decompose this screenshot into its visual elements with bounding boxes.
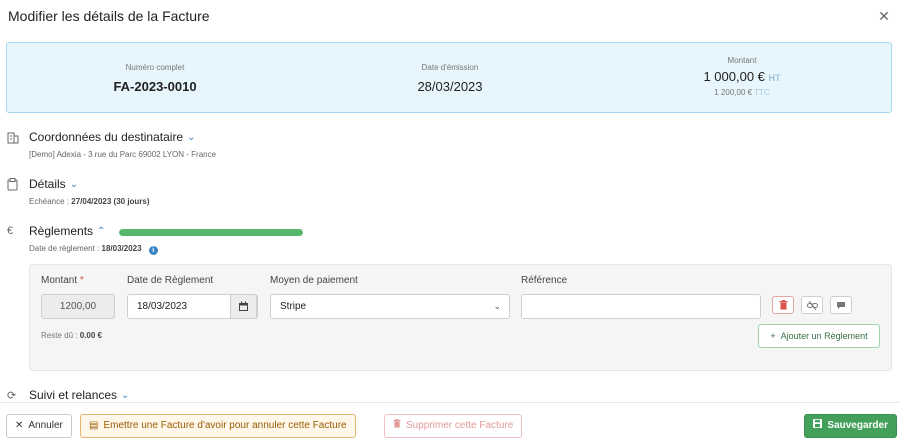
suivi-title: Suivi et relances: [29, 388, 118, 402]
trash-icon: [393, 415, 401, 437]
delete-invoice-button[interactable]: Supprimer cette Facture: [384, 414, 523, 438]
moyen-field-label: Moyen de paiement: [270, 275, 358, 286]
reste-du-value: 0.00 €: [79, 331, 102, 340]
reglements-progress: [119, 229, 303, 236]
details-echeance: Echéance : 27/04/2023 (30 jours): [29, 197, 150, 206]
montant-ht-unit: HT: [768, 73, 781, 83]
date-field-label: Date de Règlement: [127, 275, 214, 286]
reference-input[interactable]: [521, 294, 761, 319]
moyen-paiement-select[interactable]: Stripe ⌄: [270, 294, 510, 319]
date-label: Date d'émission: [421, 63, 479, 72]
echeance-value: 27/04/2023 (30 jours): [71, 197, 150, 206]
building-icon: [7, 131, 19, 145]
reste-du: Reste dû : 0.00 €: [41, 331, 102, 340]
montant-label: Montant: [727, 56, 757, 65]
euro-icon: €: [7, 225, 14, 237]
close-icon: ✕: [15, 420, 24, 431]
refresh-icon: ⟳: [7, 390, 17, 402]
reference-field-label: Référence: [521, 275, 568, 286]
destinataire-title: Coordonnées du destinataire: [29, 130, 184, 144]
chevron-down-icon: ⌄: [187, 132, 196, 143]
payment-panel: Montant * 1200,00 Date de Règlement 18/0…: [29, 264, 892, 371]
destinataire-address: [Demo] Adexia - 3 rue du Parc 69002 LYON…: [29, 150, 217, 159]
required-mark: *: [79, 275, 84, 286]
montant-ttc-unit: TTC: [754, 88, 770, 97]
date-reglement-input[interactable]: 18/03/2023: [127, 294, 258, 319]
chevron-down-icon: ⌄: [493, 301, 501, 311]
montant-ht-value: 1 000,00 €: [703, 69, 765, 84]
reglements-date: Date de règlement : 18/03/2023 i: [29, 244, 158, 255]
modal-title: Modifier les détails de la Facture: [8, 8, 210, 24]
info-icon[interactable]: i: [148, 246, 158, 255]
unlink-icon[interactable]: [801, 296, 823, 314]
summary-montant: Montant 1 000,00 € HT 1 200,00 € TTC: [647, 43, 837, 114]
floppy-icon: [813, 415, 823, 437]
summary-date: Date d'émission 28/03/2023: [355, 43, 545, 114]
details-toggle[interactable]: Détails ⌄: [29, 177, 80, 191]
numero-value: FA-2023-0010: [113, 79, 197, 94]
montant-field-label: Montant *: [41, 275, 84, 286]
cancel-button[interactable]: ✕ Annuler: [6, 414, 72, 438]
details-title: Détails: [29, 177, 66, 191]
section-destinataire: Coordonnées du destinataire ⌄ [Demo] Adex…: [0, 130, 900, 164]
credit-note-button[interactable]: ▤ Emettre une Facture d'avoir pour annule…: [80, 414, 356, 438]
add-reglement-button[interactable]: + Ajouter un Règlement: [758, 324, 880, 348]
chevron-down-icon: ⌄: [69, 179, 79, 190]
close-icon[interactable]: ✕: [874, 6, 894, 26]
montant-ttc-value: 1 200,00 €: [714, 88, 753, 97]
plus-icon: +: [770, 331, 776, 341]
date-value: 28/03/2023: [417, 79, 483, 94]
invoice-summary: Numéro complet FA-2023-0010 Date d'émiss…: [6, 42, 892, 113]
reglements-title: Règlements: [29, 224, 94, 238]
chevron-down-icon: ⌄: [121, 390, 130, 401]
clipboard-icon: [7, 178, 19, 192]
summary-numero: Numéro complet FA-2023-0010: [65, 43, 245, 114]
suivi-toggle[interactable]: Suivi et relances ⌄: [29, 388, 131, 402]
document-icon: ▤: [89, 420, 99, 431]
modal-footer: ✕ Annuler ▤ Emettre une Facture d'avoir po…: [0, 402, 900, 448]
section-details: Détails ⌄ Echéance : 27/04/2023 (30 jours…: [0, 177, 900, 211]
calendar-icon[interactable]: [230, 294, 257, 319]
section-suivi: ⟳ Suivi et relances ⌄: [0, 388, 900, 402]
comment-icon[interactable]: [830, 296, 852, 314]
montant-input[interactable]: 1200,00: [41, 294, 115, 319]
destinataire-toggle[interactable]: Coordonnées du destinataire ⌄: [29, 130, 197, 144]
section-reglements: € Règlements ⌃ Date de règlement : 18/03/…: [0, 224, 900, 258]
save-button[interactable]: Sauvegarder: [804, 414, 897, 438]
reglements-toggle[interactable]: Règlements ⌃: [29, 224, 107, 238]
progress-fill: [119, 229, 303, 236]
numero-label: Numéro complet: [125, 63, 185, 72]
chevron-up-icon: ⌃: [97, 226, 106, 237]
reglement-date-value: 18/03/2023: [101, 244, 142, 253]
trash-icon[interactable]: [772, 296, 794, 314]
